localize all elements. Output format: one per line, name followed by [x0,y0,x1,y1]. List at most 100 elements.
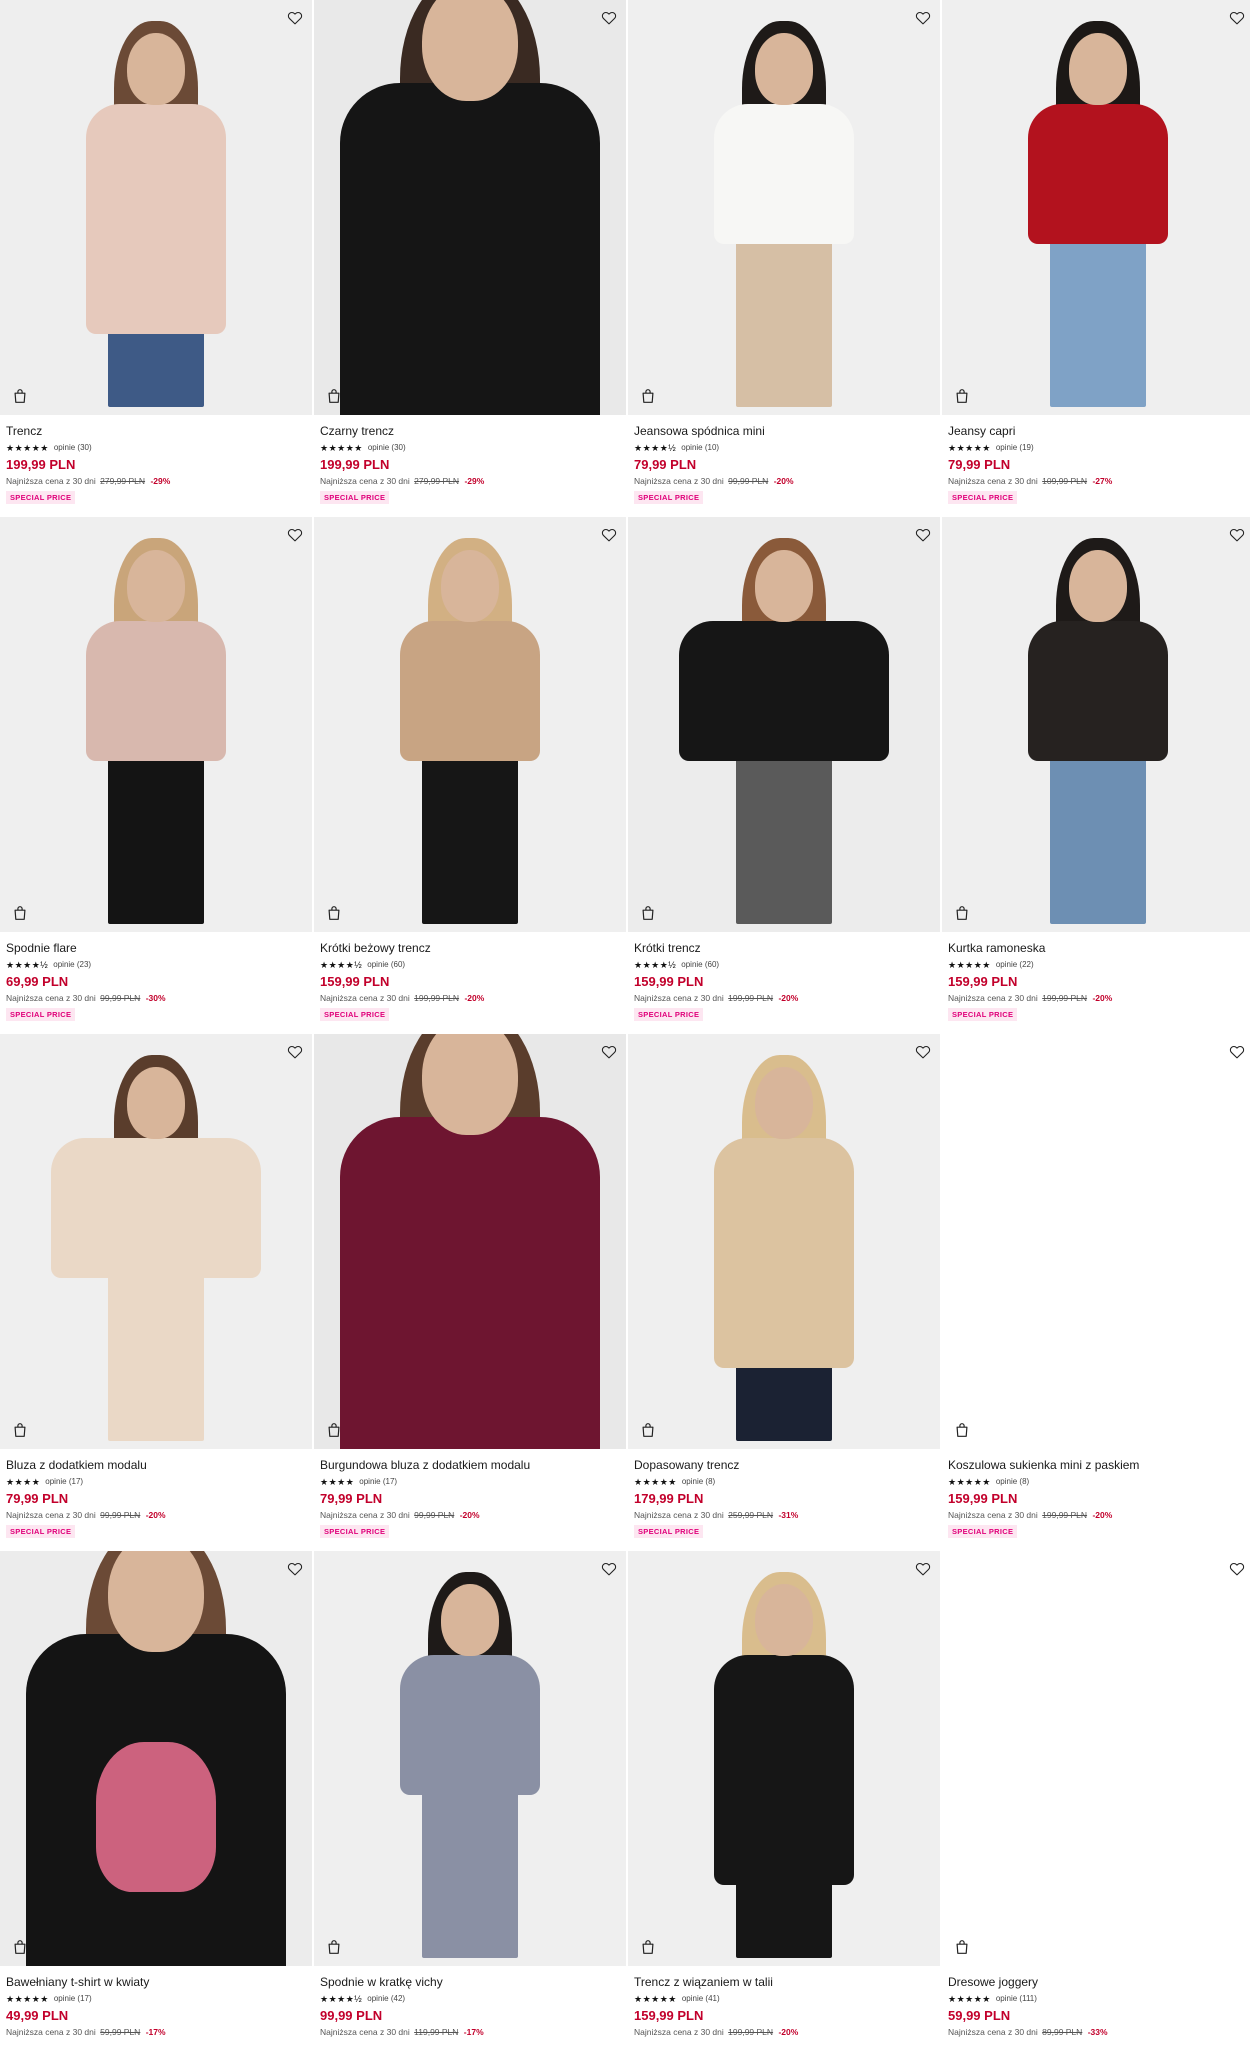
model-photo [942,517,1250,932]
heart-icon[interactable] [1226,1040,1248,1062]
heart-icon[interactable] [912,523,934,545]
heart-icon[interactable] [284,523,306,545]
product-name[interactable]: Bluza z dodatkiem modalu [6,1458,307,1473]
product-image[interactable] [0,0,312,415]
product-card[interactable]: Bawełniany t-shirt w kwiaty ★★★★★ opinie… [0,1551,312,2068]
discount-percent: -20% [459,1510,480,1520]
heart-icon[interactable] [1226,1557,1248,1579]
review-count: opinie (30) [53,443,92,452]
product-name[interactable]: Jeansy capri [948,424,1249,439]
product-name[interactable]: Kurtka ramoneska [948,941,1249,956]
heart-icon[interactable] [284,1040,306,1062]
product-image[interactable] [314,517,626,932]
rating: ★★★★½ opinie (42) [320,1992,621,2005]
heart-icon[interactable] [912,1557,934,1579]
heart-icon[interactable] [284,1557,306,1579]
product-image[interactable] [0,517,312,932]
shopping-bag-icon[interactable] [9,1419,31,1441]
heart-icon[interactable] [1226,523,1248,545]
star-rating-icon: ★★★★★ [948,1993,991,2004]
rating: ★★★★½ opinie (23) [6,958,307,971]
product-name[interactable]: Spodnie flare [6,941,307,956]
product-image[interactable] [0,1551,312,1966]
shopping-bag-icon[interactable] [9,1936,31,1958]
product-name[interactable]: Koszulowa sukienka mini z paskiem [948,1458,1249,1473]
lowest-price-note: Najniższa cena z 30 dni 199,99 PLN -20% [634,2026,935,2038]
product-card[interactable]: Jeansowa spódnica mini ★★★★½ opinie (10)… [628,0,940,517]
product-card[interactable]: Dresowe joggery ★★★★★ opinie (111) 59,99… [942,1551,1250,2068]
heart-icon[interactable] [1226,6,1248,28]
product-image[interactable] [628,1551,940,1966]
shopping-bag-icon[interactable] [323,902,345,924]
shopping-bag-icon[interactable] [637,1936,659,1958]
product-image[interactable] [942,1034,1250,1449]
product-image[interactable] [628,1034,940,1449]
lowest-price-label: Najniższa cena z 30 dni [634,2027,724,2037]
product-card[interactable]: Krótki trencz ★★★★½ opinie (60) 159,99 P… [628,517,940,1034]
product-card[interactable]: Spodnie flare ★★★★½ opinie (23) 69,99 PL… [0,517,312,1034]
shopping-bag-icon[interactable] [951,902,973,924]
product-info: Jeansowa spódnica mini ★★★★½ opinie (10)… [628,415,940,505]
model-photo [628,517,940,932]
lowest-price-note: Najniższa cena z 30 dni 199,99 PLN -20% [948,1509,1249,1521]
heart-icon[interactable] [598,6,620,28]
product-name[interactable]: Dresowe joggery [948,1975,1249,1990]
product-name[interactable]: Bawełniany t-shirt w kwiaty [6,1975,307,1990]
product-card[interactable]: Czarny trencz ★★★★★ opinie (30) 199,99 P… [314,0,626,517]
product-name[interactable]: Burgundowa bluza z dodatkiem modalu [320,1458,621,1473]
shopping-bag-icon[interactable] [637,385,659,407]
product-name[interactable]: Dopasowany trencz [634,1458,935,1473]
product-info: Bluza z dodatkiem modalu ★★★★ opinie (17… [0,1449,312,1539]
heart-icon[interactable] [912,1040,934,1062]
old-price: 279,99 PLN [100,476,146,486]
shopping-bag-icon[interactable] [9,902,31,924]
shopping-bag-icon[interactable] [323,385,345,407]
product-name[interactable]: Trencz [6,424,307,439]
product-name[interactable]: Jeansowa spódnica mini [634,424,935,439]
lowest-price-note: Najniższa cena z 30 dni 199,99 PLN -20% [320,992,621,1004]
product-card[interactable]: Kurtka ramoneska ★★★★★ opinie (22) 159,9… [942,517,1250,1034]
product-name[interactable]: Krótki beżowy trencz [320,941,621,956]
heart-icon[interactable] [598,1040,620,1062]
product-card[interactable]: Trencz z wiązaniem w talii ★★★★★ opinie … [628,1551,940,2068]
product-name[interactable]: Krótki trencz [634,941,935,956]
discount-percent: -31% [778,1510,799,1520]
product-card[interactable]: Dopasowany trencz ★★★★★ opinie (8) 179,9… [628,1034,940,1551]
heart-icon[interactable] [598,523,620,545]
product-card[interactable]: Trencz ★★★★★ opinie (30) 199,99 PLN Najn… [0,0,312,517]
product-image[interactable] [628,517,940,932]
heart-icon[interactable] [598,1557,620,1579]
product-image[interactable] [314,1551,626,1966]
shopping-bag-icon[interactable] [951,1936,973,1958]
product-card[interactable]: Koszulowa sukienka mini z paskiem ★★★★★ … [942,1034,1250,1551]
product-image[interactable] [628,0,940,415]
product-name[interactable]: Czarny trencz [320,424,621,439]
model-photo [942,0,1250,415]
product-image[interactable] [942,1551,1250,1966]
product-image[interactable] [314,1034,626,1449]
product-image[interactable] [0,1034,312,1449]
product-image[interactable] [942,517,1250,932]
heart-icon[interactable] [284,6,306,28]
product-name[interactable]: Spodnie w kratkę vichy [320,1975,621,1990]
product-card[interactable]: Spodnie w kratkę vichy ★★★★½ opinie (42)… [314,1551,626,2068]
product-card[interactable]: Bluza z dodatkiem modalu ★★★★ opinie (17… [0,1034,312,1551]
shopping-bag-icon[interactable] [637,1419,659,1441]
shopping-bag-icon[interactable] [637,902,659,924]
shopping-bag-icon[interactable] [951,385,973,407]
shopping-bag-icon[interactable] [323,1419,345,1441]
old-price: 99,99 PLN [728,476,769,486]
heart-icon[interactable] [912,6,934,28]
product-image[interactable] [942,0,1250,415]
shopping-bag-icon[interactable] [951,1419,973,1441]
shopping-bag-icon[interactable] [323,1936,345,1958]
product-name[interactable]: Trencz z wiązaniem w talii [634,1975,935,1990]
product-card[interactable]: Jeansy capri ★★★★★ opinie (19) 79,99 PLN… [942,0,1250,517]
product-price: 159,99 PLN [634,974,704,989]
product-card[interactable]: Krótki beżowy trencz ★★★★½ opinie (60) 1… [314,517,626,1034]
product-card[interactable]: Burgundowa bluza z dodatkiem modalu ★★★★… [314,1034,626,1551]
star-rating-icon: ★★★★★ [634,1476,677,1487]
product-image[interactable] [314,0,626,415]
lowest-price-note: Najniższa cena z 30 dni 279,99 PLN -29% [320,475,621,487]
shopping-bag-icon[interactable] [9,385,31,407]
